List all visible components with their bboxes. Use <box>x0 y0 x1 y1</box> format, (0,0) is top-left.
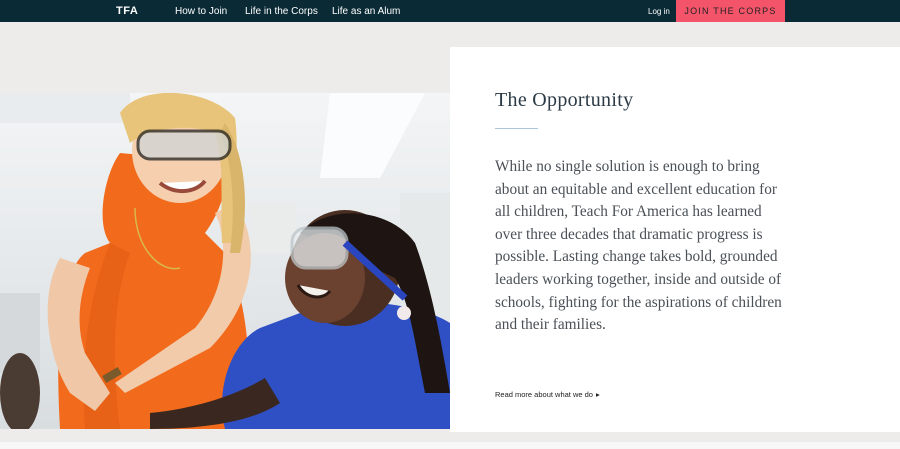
tfa-logo[interactable]: TFA <box>116 5 138 17</box>
caret-right-icon: ▸ <box>595 390 600 399</box>
section-title: The Opportunity <box>495 89 634 111</box>
top-navigation: TFA How to Join Life in the Corps Life a… <box>0 0 900 22</box>
classroom-illustration <box>0 93 450 429</box>
title-divider <box>495 128 538 129</box>
bottom-strip <box>0 442 900 449</box>
nav-life-in-the-corps[interactable]: Life in the Corps <box>245 6 318 17</box>
read-more-link[interactable]: Read more about what we do ▸ <box>495 390 600 399</box>
classroom-photo <box>0 93 450 429</box>
nav-how-to-join[interactable]: How to Join <box>175 6 227 17</box>
section-paragraph: While no single solution is enough to br… <box>495 158 782 334</box>
login-link[interactable]: Log in <box>648 7 670 16</box>
nav-life-as-an-alum[interactable]: Life as an Alum <box>332 6 400 17</box>
read-more-label: Read more about what we do <box>495 390 593 399</box>
join-the-corps-button[interactable]: JOIN THE CORPS <box>676 0 785 22</box>
